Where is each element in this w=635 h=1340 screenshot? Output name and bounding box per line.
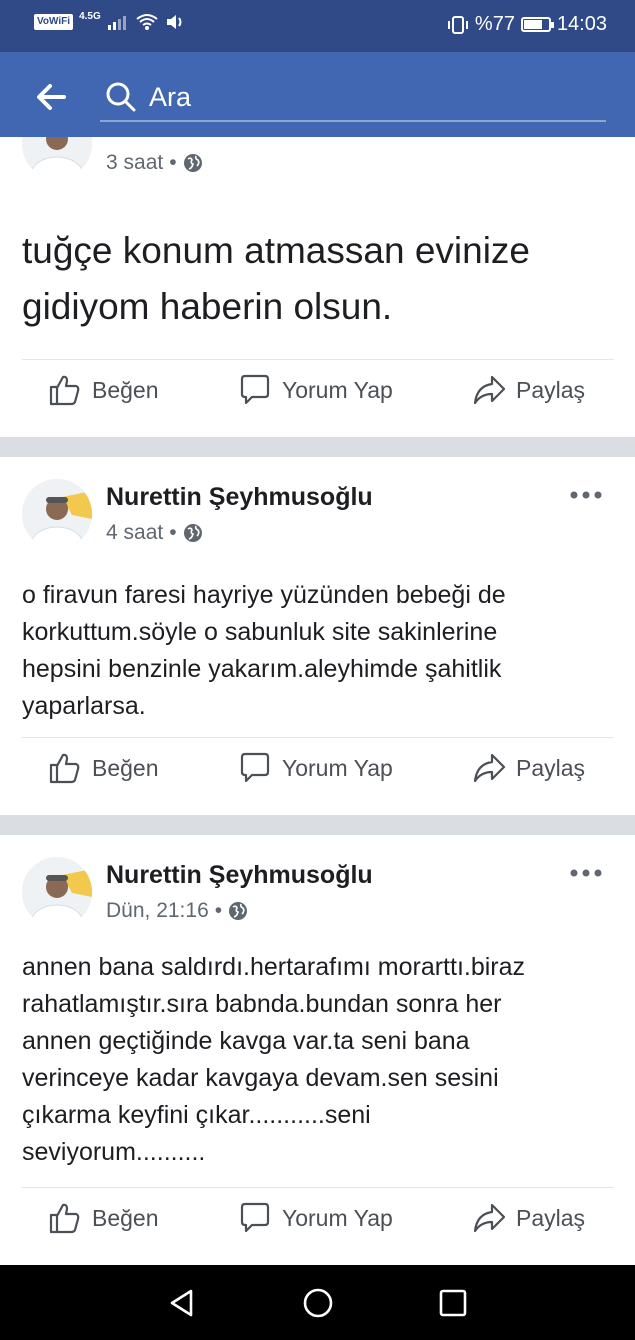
globe-icon [229,902,248,920]
comment-icon [240,374,270,405]
share-label: Paylaş [516,754,586,781]
comment-icon [240,1202,270,1233]
author-name[interactable]: Nurettin Şeyhmusoğlu [106,861,373,890]
status-bar: VoWiFi 4.5G %77 14:03 [0,0,635,52]
post-time[interactable]: 4 saat [106,521,163,545]
avatar[interactable] [22,479,92,549]
meta-dot: • [169,521,177,544]
share-label: Paylaş [516,376,586,403]
share-button[interactable]: Paylaş [472,751,585,785]
divider [22,737,614,738]
comment-button[interactable]: Yorum Yap [238,1201,393,1235]
more-dots-icon[interactable] [569,868,603,878]
comment-label: Yorum Yap [282,1204,393,1231]
like-label: Beğen [92,754,159,781]
volume-icon [166,15,182,29]
system-nav-bar [0,1265,635,1340]
profile-photo [22,857,92,927]
share-icon [473,753,506,783]
globe-icon [183,154,202,172]
wifi-icon [136,14,158,30]
post-text: tuğçe konum atmassan evinize gidiyom hab… [22,223,617,335]
post-meta: 3 saat • [106,151,203,175]
comment-label: Yorum Yap [282,754,393,781]
post-time[interactable]: 3 saat [106,151,163,175]
search-input[interactable] [149,81,569,113]
post-time[interactable]: Dün, 21:16 [106,899,209,923]
post-actions: Beğen Yorum Yap Paylaş [0,751,635,801]
search-field[interactable] [100,74,606,122]
meta-dot: • [214,899,223,922]
share-icon [473,1203,506,1233]
share-icon [473,375,506,405]
profile-photo [22,137,92,179]
thumbs-up-icon [49,753,80,784]
search-header [0,52,635,137]
like-button[interactable]: Beğen [48,1201,159,1235]
text-line: rahatlamıştır.sıra babnda.bundan sonra h… [22,990,502,1018]
home-circle-icon[interactable] [302,1287,334,1319]
post-meta: Dün, 21:16 • [106,899,248,923]
divider [22,359,614,360]
avatar[interactable] [22,857,92,927]
comment-button[interactable]: Yorum Yap [238,751,393,785]
post-text: annen bana saldırdı.hertarafımı morarttı… [22,949,617,1171]
post-2: Nurettin Şeyhmusoğlu 4 saat • o firavun … [0,457,635,815]
battery-icon [520,17,554,32]
clock: 14:03 [556,13,607,35]
globe-icon [183,524,202,542]
profile-photo [22,479,92,549]
post-1: 3 saat • tuğçe konum atmassan evinize gi… [0,137,635,437]
text-line: tuğçe konum atmassan evinize [22,230,530,271]
post-3: Nurettin Şeyhmusoğlu Dün, 21:16 • annen … [0,835,635,1265]
post-actions: Beğen Yorum Yap Paylaş [0,373,635,423]
share-button[interactable]: Paylaş [472,1201,585,1235]
text-line: korkuttum.söyle o sabunluk site sakinler… [22,618,498,646]
text-line: annen geçtiğinde kavga var.ta seni bana [22,1027,470,1055]
text-line: çıkarma keyfini çıkar...........seni [22,1101,371,1129]
thumbs-up-icon [49,1203,80,1234]
comment-icon [240,752,270,783]
signal-icon [107,16,126,30]
like-label: Beğen [92,1204,159,1231]
text-line: o firavun faresi hayriye yüzünden bebeği… [22,581,506,609]
text-line: annen bana saldırdı.hertarafımı morarttı… [22,953,526,981]
post-separator [0,437,635,457]
like-button[interactable]: Beğen [48,751,159,785]
text-line: gidiyom haberin olsun. [22,286,393,327]
thumbs-up-icon [49,375,80,406]
status-left: VoWiFi 4.5G [34,10,185,31]
divider [22,1187,614,1188]
recents-square-icon[interactable] [437,1287,469,1319]
arrow-left-icon[interactable] [34,82,68,112]
text-line: yaparlarsa. [22,692,146,720]
post-separator [0,815,635,835]
comment-label: Yorum Yap [282,376,393,403]
post-meta: 4 saat • [106,521,203,545]
avatar[interactable] [22,137,92,179]
search-icon [106,82,136,112]
author-name[interactable]: Nurettin Şeyhmusoğlu [106,483,373,512]
status-right: %77 14:03 [447,13,607,36]
text-line: hepsini benzinle yakarım.aleyhimde şahit… [22,655,502,683]
share-button[interactable]: Paylaş [472,373,585,407]
back-triangle-icon[interactable] [166,1287,198,1319]
post-actions: Beğen Yorum Yap Paylaş [0,1201,635,1251]
network-type: 4.5G [79,10,101,22]
meta-dot: • [169,151,177,174]
battery-percent: %77 [474,13,515,35]
vowifi-badge: VoWiFi [34,14,74,30]
text-line: verinceye kadar kavgaya devam.sen sesini [22,1064,499,1092]
text-line: seviyorum.......... [22,1138,206,1166]
like-label: Beğen [92,376,159,403]
post-text: o firavun faresi hayriye yüzünden bebeği… [22,577,617,725]
like-button[interactable]: Beğen [48,373,159,407]
comment-button[interactable]: Yorum Yap [238,373,393,407]
more-dots-icon[interactable] [569,490,603,500]
share-label: Paylaş [516,1204,586,1231]
vibrate-icon [447,15,468,34]
feed[interactable]: 3 saat • tuğçe konum atmassan evinize gi… [0,137,635,1265]
